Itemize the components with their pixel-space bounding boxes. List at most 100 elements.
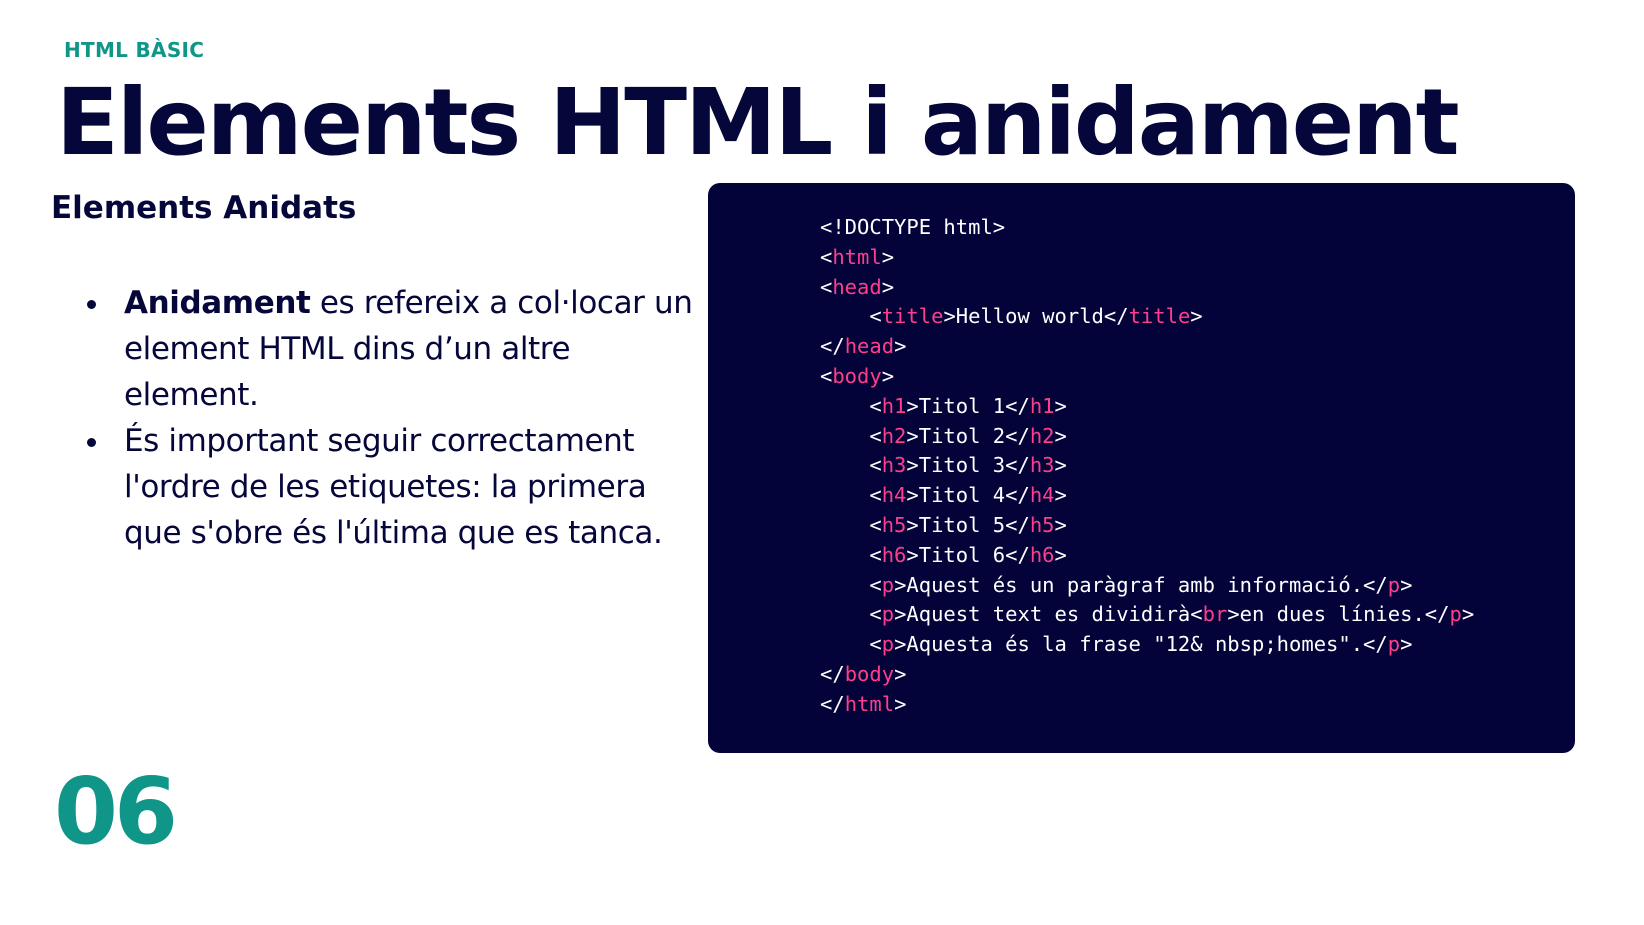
- code-tag-name: br: [1202, 602, 1228, 627]
- code-text: >Titol 6</: [906, 542, 1030, 567]
- code-line: <h5>Titol 5</h5>: [820, 511, 1474, 541]
- code-text: <: [820, 512, 882, 537]
- code-text: >: [1400, 572, 1413, 597]
- section-kicker: HTML BÀSIC: [64, 38, 205, 62]
- bullet-item: Anidament es refereix a col·locar un ele…: [80, 280, 700, 418]
- code-text: >Aquest és un paràgraf amb informació.</: [894, 572, 1388, 597]
- code-tag-name: h3: [1029, 453, 1055, 478]
- code-text: <: [820, 304, 882, 329]
- page-number: 06: [54, 758, 178, 865]
- code-line: <p>Aquest text es dividirà<br>en dues lí…: [820, 600, 1474, 630]
- code-tag-name: body: [844, 661, 895, 686]
- code-text: <: [820, 632, 882, 657]
- code-text: >: [1054, 512, 1067, 537]
- code-text: >Titol 3</: [906, 453, 1030, 478]
- code-tag-name: p: [881, 632, 895, 657]
- code-text: >Titol 2</: [906, 423, 1030, 448]
- code-text: <: [820, 244, 833, 269]
- code-tag-name: h3: [881, 453, 907, 478]
- code-text: >: [894, 334, 907, 359]
- code-text: </: [820, 334, 845, 359]
- code-tag-name: p: [881, 602, 895, 627]
- bullet-bold-term: Anidament: [124, 285, 311, 321]
- code-line: <body>: [820, 362, 1474, 392]
- code-line: </head>: [820, 332, 1474, 362]
- code-line: <h1>Titol 1</h1>: [820, 392, 1474, 422]
- code-panel: <!DOCTYPE html> <html> <head> <title>Hello…: [708, 183, 1575, 753]
- code-text: >: [894, 691, 907, 716]
- code-line: <html>: [820, 243, 1474, 273]
- code-text: >Aquesta és la frase "12& nbsp;homes".</: [894, 632, 1388, 657]
- code-tag-name: h5: [881, 512, 907, 537]
- code-tag-name: h6: [881, 542, 907, 567]
- code-line: <h6>Titol 6</h6>: [820, 541, 1474, 571]
- code-line: </body>: [820, 660, 1474, 690]
- bullet-text: És important seguir correctament l'ordre…: [124, 423, 663, 551]
- code-tag-name: p: [1387, 632, 1401, 657]
- page-title: Elements HTML i anidament: [56, 69, 1460, 176]
- code-tag-name: h2: [881, 423, 907, 448]
- code-line: <!DOCTYPE html>: [820, 213, 1474, 243]
- code-tag-name: html: [844, 691, 895, 716]
- code-block: <!DOCTYPE html> <html> <head> <title>Hello…: [820, 213, 1474, 720]
- code-text: >: [1054, 542, 1067, 567]
- code-tag-name: title: [1128, 304, 1191, 329]
- code-text: </: [820, 691, 845, 716]
- code-text: <: [820, 274, 833, 299]
- code-text: <: [820, 542, 882, 567]
- code-line: <p>Aquesta és la frase "12& nbsp;homes".…: [820, 630, 1474, 660]
- code-text: >Titol 5</: [906, 512, 1030, 537]
- code-text: >Hellow world</: [943, 304, 1129, 329]
- code-text: >Titol 4</: [906, 483, 1030, 508]
- code-text: >: [1054, 423, 1067, 448]
- code-text: <: [820, 602, 882, 627]
- code-text: >en dues línies.</: [1227, 602, 1450, 627]
- code-tag-name: body: [832, 363, 882, 388]
- code-text: <: [820, 572, 882, 597]
- code-tag-name: h5: [1029, 512, 1055, 537]
- code-tag-name: h2: [1029, 423, 1055, 448]
- code-text: >: [1190, 304, 1203, 329]
- code-text: >: [1054, 483, 1067, 508]
- code-text: >Titol 1</: [906, 393, 1030, 418]
- code-text: >: [881, 363, 895, 388]
- code-text: >: [881, 244, 895, 269]
- code-tag-name: h1: [1029, 393, 1055, 418]
- code-tag-name: h6: [1029, 542, 1055, 567]
- code-tag-name: h4: [1029, 483, 1055, 508]
- code-text: >: [1054, 453, 1067, 478]
- code-tag-name: html: [832, 244, 882, 269]
- code-tag-name: p: [1449, 602, 1462, 627]
- code-tag-name: title: [881, 304, 944, 329]
- code-line: <h2>Titol 2</h2>: [820, 422, 1474, 452]
- code-text: >: [894, 661, 907, 686]
- bullet-dot-icon: [87, 300, 96, 309]
- code-text: >: [1461, 602, 1475, 627]
- code-tag-name: p: [1387, 572, 1401, 597]
- code-line: <title>Hellow world</title>: [820, 302, 1474, 332]
- code-tag-name: h1: [881, 393, 907, 418]
- code-line: <h4>Titol 4</h4>: [820, 481, 1474, 511]
- code-tag-name: head: [844, 334, 895, 359]
- code-text: <: [820, 483, 882, 508]
- section-subtitle: Elements Anidats: [51, 190, 357, 226]
- code-text: <: [820, 423, 882, 448]
- code-text: >Aquest text es dividirà<: [894, 602, 1203, 627]
- bullet-list: Anidament es refereix a col·locar un ele…: [80, 280, 700, 556]
- code-line: <h3>Titol 3</h3>: [820, 451, 1474, 481]
- code-text: <: [820, 393, 882, 418]
- code-tag-name: head: [832, 274, 882, 299]
- code-text: >: [881, 274, 895, 299]
- code-line: <p>Aquest és un paràgraf amb informació.…: [820, 571, 1474, 601]
- bullet-item: És important seguir correctament l'ordre…: [80, 418, 700, 556]
- code-line: <head>: [820, 273, 1474, 303]
- code-tag-name: p: [881, 572, 895, 597]
- code-text: <: [820, 453, 882, 478]
- bullet-dot-icon: [87, 438, 96, 447]
- code-text: >: [1054, 393, 1067, 418]
- code-text: </: [820, 661, 845, 686]
- code-line: </html>: [820, 690, 1474, 720]
- code-text: >: [1400, 632, 1413, 657]
- code-text: <!DOCTYPE html>: [820, 215, 1006, 239]
- code-tag-name: h4: [881, 483, 907, 508]
